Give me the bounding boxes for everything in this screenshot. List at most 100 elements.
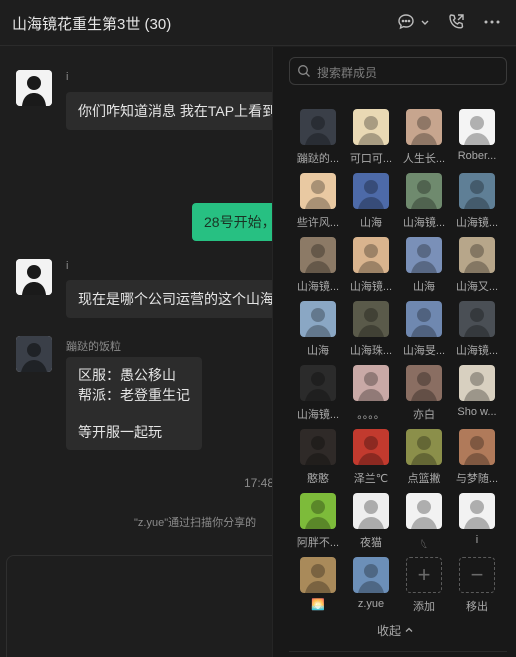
member-avatar bbox=[406, 109, 442, 145]
member-avatar bbox=[300, 365, 336, 401]
member-avatar bbox=[406, 237, 442, 273]
member-item[interactable]: 山海镜... bbox=[346, 237, 396, 297]
member-name: 些许风... bbox=[296, 217, 340, 229]
more-icon[interactable] bbox=[482, 12, 502, 32]
message-input[interactable] bbox=[6, 555, 272, 657]
member-name: 山海 bbox=[307, 345, 329, 357]
member-avatar bbox=[353, 173, 389, 209]
collapse-button[interactable]: 收起 bbox=[377, 622, 414, 639]
member-item[interactable]: Sho w... bbox=[452, 365, 502, 425]
member-name: z.yue bbox=[357, 598, 385, 610]
member-avatar bbox=[353, 365, 389, 401]
member-item[interactable]: 憨憨 bbox=[293, 429, 343, 489]
member-avatar bbox=[353, 557, 389, 593]
member-name: 点篮撇 bbox=[407, 473, 441, 485]
member-item[interactable]: 亦白 bbox=[399, 365, 449, 425]
member-search-input[interactable]: 搜索群成员 bbox=[289, 57, 507, 85]
member-item[interactable]: 山海 bbox=[293, 301, 343, 361]
member-item[interactable]: 山海又... bbox=[452, 237, 502, 297]
member-item[interactable]: 山海镜... bbox=[452, 301, 502, 361]
member-avatar bbox=[406, 493, 442, 529]
member-item[interactable]: 夜猫 bbox=[346, 493, 396, 553]
member-name: 山海镜... bbox=[455, 217, 499, 229]
member-avatar bbox=[300, 109, 336, 145]
member-item[interactable]: 山海镜... bbox=[293, 365, 343, 425]
member-item[interactable]: i bbox=[452, 493, 502, 553]
member-item[interactable]: 可口可... bbox=[346, 109, 396, 169]
sender-name: i bbox=[66, 260, 69, 272]
member-item[interactable]: 与梦随... bbox=[452, 429, 502, 489]
member-name: 泽兰℃ bbox=[353, 473, 389, 485]
member-avatar bbox=[459, 429, 495, 465]
member-name: 山海 bbox=[413, 281, 435, 293]
member-name: 山海镜... bbox=[349, 281, 393, 293]
search-icon bbox=[297, 64, 311, 78]
member-item[interactable]: 山海镜... bbox=[452, 173, 502, 233]
member-item[interactable]: 山海 bbox=[346, 173, 396, 233]
member-item[interactable]: 𓆩 bbox=[399, 493, 449, 553]
remove-member-button[interactable]: − 移出 bbox=[452, 557, 502, 617]
member-name: 。。。。 bbox=[357, 409, 385, 421]
chat-area[interactable]: i 你们咋知道消息 我在TAP上看到 28号开始， i 现在是哪个公司运营的这个… bbox=[0, 47, 272, 657]
message-bubble[interactable]: 现在是哪个公司运营的这个山海 bbox=[66, 280, 272, 318]
timestamp: 17:48 bbox=[244, 476, 272, 490]
member-avatar bbox=[406, 429, 442, 465]
member-name: 蹦跶的... bbox=[296, 153, 340, 165]
member-name: 山海珠... bbox=[349, 345, 393, 357]
member-item[interactable]: 🌅 bbox=[293, 557, 343, 617]
avatar[interactable] bbox=[16, 336, 52, 372]
remove-label: 移出 bbox=[466, 601, 488, 613]
member-name: 🌅 bbox=[311, 599, 325, 611]
message-line: 区服：愚公移山 bbox=[78, 367, 176, 383]
member-avatar bbox=[353, 429, 389, 465]
member-item[interactable]: 阿胖不... bbox=[293, 493, 343, 553]
member-avatar bbox=[459, 109, 495, 145]
member-item[interactable]: 点篮撇 bbox=[399, 429, 449, 489]
member-name: 夜猫 bbox=[360, 537, 382, 549]
message-line bbox=[78, 405, 190, 422]
message-line: 帮派：老登重生记 bbox=[78, 387, 190, 403]
avatar[interactable] bbox=[16, 259, 52, 295]
member-avatar bbox=[459, 173, 495, 209]
member-name: 山海镜... bbox=[402, 217, 446, 229]
member-name: 憨憨 bbox=[307, 473, 329, 485]
member-name: 山海镜... bbox=[455, 345, 499, 357]
member-item[interactable]: 些许风... bbox=[293, 173, 343, 233]
message-bubble-self[interactable]: 28号开始， bbox=[192, 203, 272, 241]
member-name: Sho w... bbox=[457, 406, 497, 418]
chat-header: 山海镜花重生第3世 (30) bbox=[0, 0, 516, 46]
message-bubble[interactable]: 你们咋知道消息 我在TAP上看到 bbox=[66, 92, 272, 130]
member-item[interactable]: 山海 bbox=[399, 237, 449, 297]
member-item[interactable]: 山海旻... bbox=[399, 301, 449, 361]
member-item[interactable]: 泽兰℃ bbox=[346, 429, 396, 489]
member-avatar bbox=[300, 557, 336, 593]
member-avatar bbox=[406, 301, 442, 337]
member-item[interactable]: 人生长... bbox=[399, 109, 449, 169]
add-member-button[interactable]: + 添加 bbox=[399, 557, 449, 617]
member-item[interactable]: 。。。。 bbox=[346, 365, 396, 425]
member-item[interactable]: 山海镜... bbox=[293, 237, 343, 297]
plus-icon: + bbox=[406, 557, 442, 593]
member-avatar bbox=[459, 237, 495, 273]
message-bubble[interactable]: 区服：愚公移山 帮派：老登重生记 等开服一起玩 bbox=[66, 357, 202, 450]
phone-icon[interactable] bbox=[446, 12, 466, 32]
search-placeholder: 搜索群成员 bbox=[317, 66, 378, 80]
member-name: 𓆩 bbox=[420, 540, 428, 552]
member-item[interactable]: 蹦跶的... bbox=[293, 109, 343, 169]
member-name: 山海 bbox=[360, 217, 382, 229]
member-item[interactable]: z.yue bbox=[346, 557, 396, 617]
chevron-down-icon[interactable] bbox=[419, 12, 431, 32]
member-name: 亦白 bbox=[413, 409, 435, 421]
member-item[interactable]: 山海珠... bbox=[346, 301, 396, 361]
member-name: 可口可... bbox=[349, 153, 393, 165]
avatar[interactable] bbox=[16, 70, 52, 106]
member-item[interactable]: Rober... bbox=[452, 109, 502, 169]
system-message: "z.yue"通过扫描你分享的 bbox=[134, 517, 257, 529]
member-item[interactable]: 山海镜... bbox=[399, 173, 449, 233]
member-avatar bbox=[353, 493, 389, 529]
member-avatar bbox=[406, 173, 442, 209]
chat-bubble-icon[interactable] bbox=[396, 12, 416, 32]
member-avatar bbox=[300, 237, 336, 273]
member-avatar bbox=[300, 493, 336, 529]
minus-icon: − bbox=[459, 557, 495, 593]
